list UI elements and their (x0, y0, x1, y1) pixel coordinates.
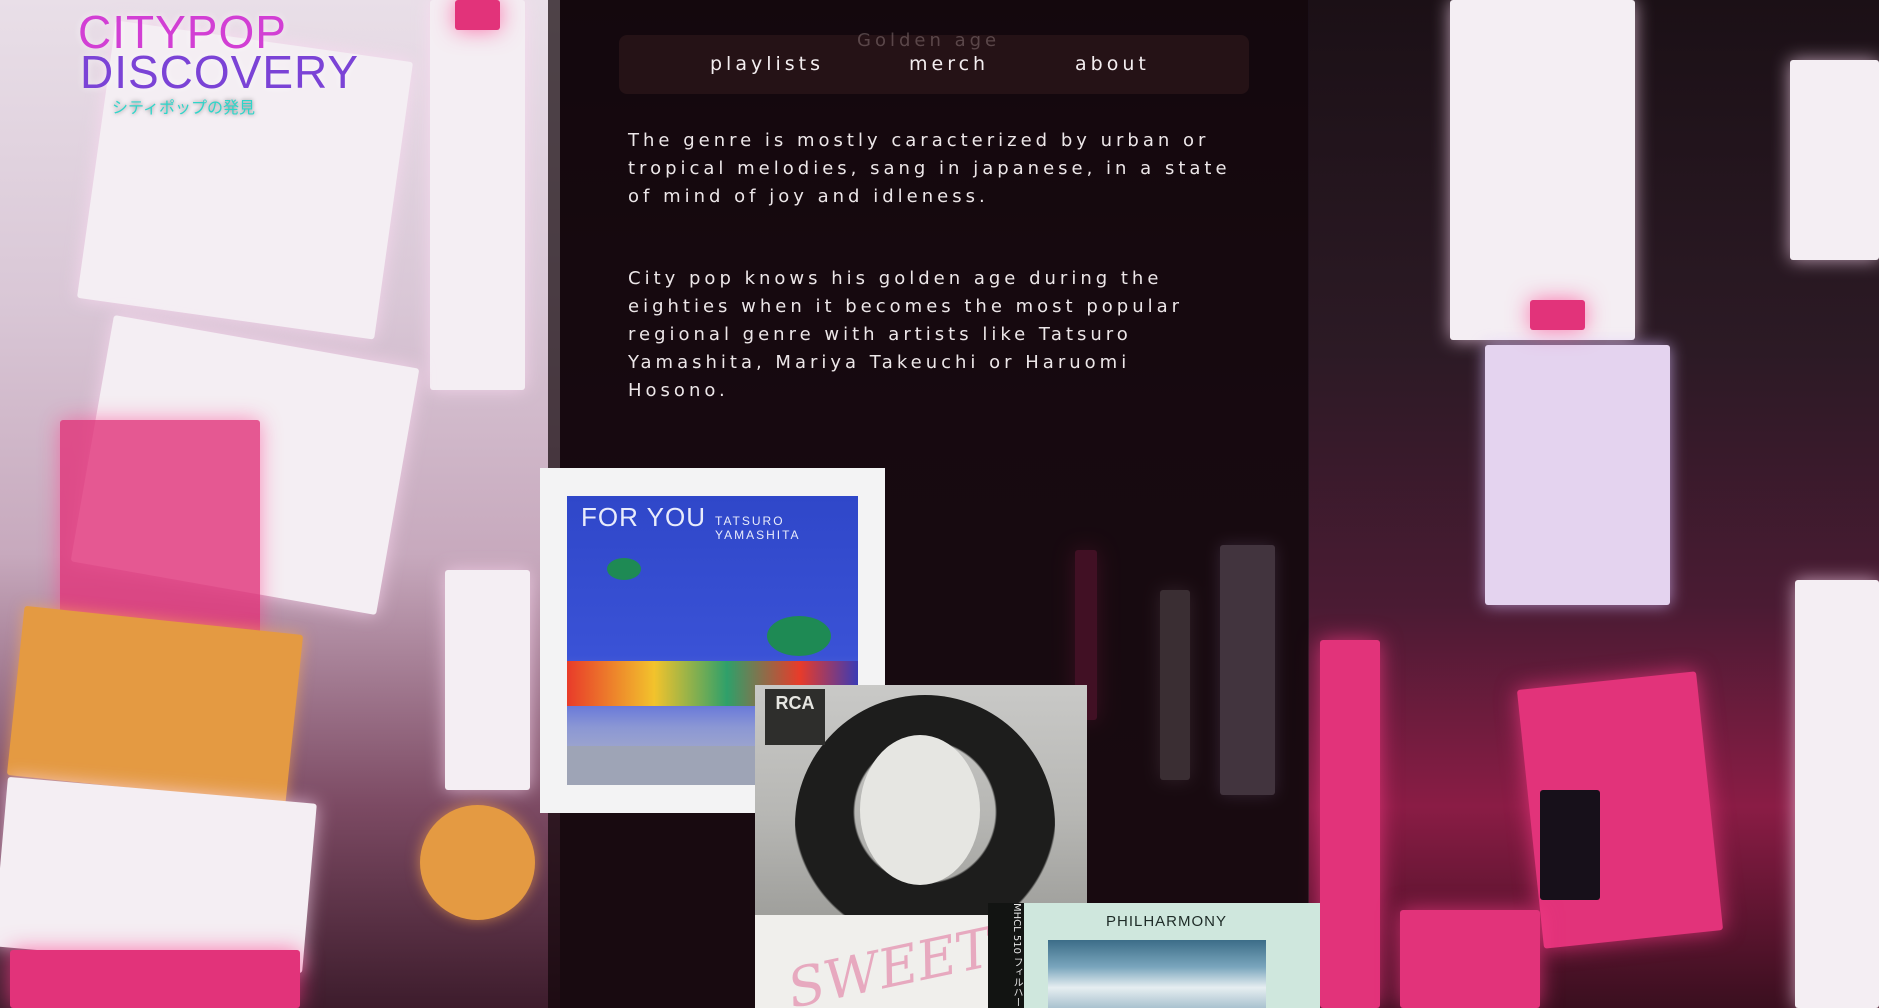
album-portrait-face (860, 735, 980, 885)
palm-tree-icon (607, 558, 641, 580)
neon-sign (1450, 0, 1635, 340)
palm-tree-icon (767, 616, 831, 656)
album-title: PHILHARMONY (1106, 913, 1228, 930)
neon-sign (1790, 60, 1879, 260)
neon-sign (420, 805, 535, 920)
album-title: FOR YOU (581, 502, 706, 532)
neon-sign (430, 0, 525, 390)
neon-sign (10, 950, 300, 1008)
logo-title-line2: DISCOVERY (80, 46, 360, 98)
neon-sign (6, 605, 304, 805)
nav-ghost-label: Golden age (857, 30, 1001, 51)
neon-sign (1320, 640, 1380, 1008)
neon-sign (1530, 300, 1585, 330)
nav-link-merch[interactable]: merch (909, 53, 989, 75)
neon-sign (1485, 345, 1670, 605)
golden-age-paragraph: City pop knows his golden age during the… (628, 268, 1184, 401)
album-sky-art (1048, 940, 1266, 1008)
neon-sign (1540, 790, 1600, 900)
album-cover-philharmony[interactable]: MHCL 510 フィルハー PHILHARMONY (988, 903, 1320, 1008)
neon-sign (1400, 910, 1540, 1008)
neon-sign (60, 420, 260, 640)
neon-sign (1795, 580, 1879, 1008)
album-artist: TATSURO YAMASHITA (715, 514, 801, 542)
genre-description-paragraph: The genre is mostly caracterized by urba… (628, 130, 1231, 207)
record-label-logo: RCA (765, 689, 825, 745)
nav-link-playlists[interactable]: playlists (710, 53, 824, 75)
neon-sign (455, 0, 500, 30)
neon-sign (0, 776, 317, 974)
site-logo[interactable]: CITYPOP DISCOVERY シティポップの発見 (78, 9, 360, 118)
nav-link-about[interactable]: about (1075, 53, 1150, 75)
neon-sign (445, 570, 530, 790)
album-obi-spine: MHCL 510 フィルハー (988, 903, 1024, 1008)
